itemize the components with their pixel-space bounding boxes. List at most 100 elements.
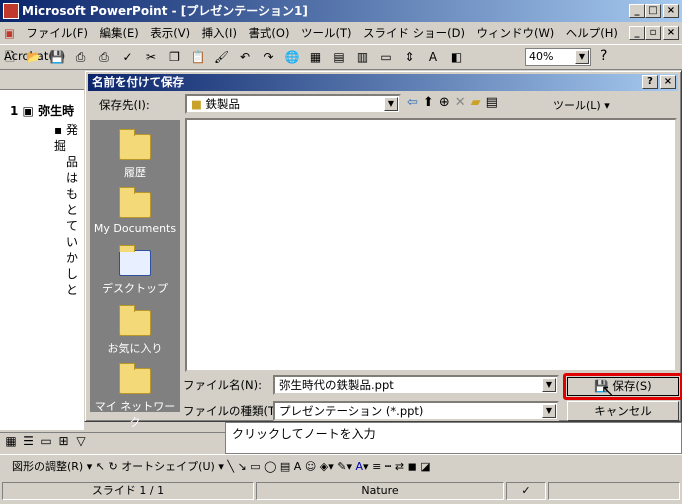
show-formatting-icon[interactable]: A xyxy=(424,48,442,66)
places-bar: 履歴 My Documents デスクトップ お気に入り マイ ネットワーク xyxy=(90,120,180,429)
view-buttons: ▦ ☰ ▭ ⊞ ▽ xyxy=(0,432,225,452)
save-icon[interactable]: 💾 xyxy=(48,48,66,66)
insert-table-icon[interactable]: ▤ xyxy=(330,48,348,66)
save-in-combo[interactable]: ■ 鉄製品 ▼ xyxy=(185,94,401,114)
doc-minimize-icon[interactable]: _ xyxy=(629,26,645,40)
oval-icon[interactable]: ◯ xyxy=(264,460,280,473)
fill-color-icon[interactable]: ◈▾ xyxy=(320,460,337,473)
back-icon[interactable]: ⇦ xyxy=(407,95,423,110)
line-color-icon[interactable]: ✎▾ xyxy=(337,460,355,473)
paste-icon[interactable]: 📋 xyxy=(189,48,207,66)
chevron-down-icon[interactable]: ▼ xyxy=(575,50,589,64)
maximize-icon[interactable]: □ xyxy=(645,4,661,18)
autoshape-menu[interactable]: オートシェイプ(U) xyxy=(121,460,215,473)
spelling-status-icon: ✓ xyxy=(506,482,546,500)
filename-input[interactable]: 弥生時代の鉄製品.ppt ▼ xyxy=(273,375,559,395)
select-pointer-icon[interactable]: ▾ ↖ ↻ xyxy=(87,460,121,473)
window-title-bar: Microsoft PowerPoint - [プレゼンテーション1] xyxy=(0,0,682,22)
menu-tools[interactable]: ツール(T) xyxy=(297,22,356,44)
expand-all-icon[interactable]: ⇕ xyxy=(401,48,419,66)
redo-icon[interactable]: ↷ xyxy=(260,48,278,66)
new-slide-icon[interactable]: ▭ xyxy=(377,48,395,66)
chevron-down-icon[interactable]: ▼ xyxy=(542,404,556,418)
clipart-icon[interactable]: ☺ xyxy=(305,460,320,473)
rectangle-icon[interactable]: ▭ xyxy=(250,460,264,473)
menu-format[interactable]: 書式(O) xyxy=(244,22,293,44)
print-icon[interactable]: ⎙ xyxy=(95,48,113,66)
menu-insert[interactable]: 挿入(I) xyxy=(198,22,241,44)
open-icon[interactable]: 📂 xyxy=(25,48,43,66)
copy-icon[interactable]: ❐ xyxy=(166,48,184,66)
up-folder-icon[interactable]: ⬆ xyxy=(423,95,439,110)
doc-close-icon[interactable]: × xyxy=(663,26,679,40)
arrow-icon[interactable]: ↘ xyxy=(237,460,250,473)
cancel-button[interactable]: キャンセル xyxy=(567,401,679,421)
chevron-down-icon[interactable]: ▼ xyxy=(542,378,556,392)
menu-slideshow[interactable]: スライド ショー(D) xyxy=(359,22,469,44)
slideshow-view-icon[interactable]: ▽ xyxy=(74,434,88,448)
draw-adjust-menu[interactable]: 図形の調整(R) xyxy=(12,460,83,473)
new-icon[interactable]: 🗋 xyxy=(1,48,19,66)
web-search-icon[interactable]: ⊕ xyxy=(439,95,455,110)
outline-tabs xyxy=(0,70,84,90)
place-history[interactable]: 履歴 xyxy=(90,129,180,180)
3d-icon[interactable]: ◪ xyxy=(420,460,430,473)
tables-icon[interactable]: ▦ xyxy=(307,48,325,66)
tools-menu[interactable]: ツール(L) ▾ xyxy=(553,97,610,113)
normal-view-icon[interactable]: ▦ xyxy=(4,434,18,448)
wordart-icon[interactable]: A xyxy=(294,460,305,473)
sorter-view-icon[interactable]: ⊞ xyxy=(57,434,71,448)
dialog-close-icon[interactable]: × xyxy=(660,75,676,89)
dialog-title: 名前を付けて保存 xyxy=(92,75,184,89)
arrow-style-icon[interactable]: ⇄ xyxy=(395,460,408,473)
outline-view-icon[interactable]: ☰ xyxy=(22,434,36,448)
powerpoint-app-icon[interactable] xyxy=(3,3,19,19)
delete-icon[interactable]: ✕ xyxy=(455,95,471,110)
mouse-cursor-icon: ↖ xyxy=(601,381,615,400)
format-painter-icon[interactable]: 🖌 xyxy=(213,48,231,66)
insert-chart-icon[interactable]: ▥ xyxy=(354,48,372,66)
place-network[interactable]: マイ ネットワーク xyxy=(90,363,180,430)
filename-value: 弥生時代の鉄製品.ppt xyxy=(279,378,394,392)
place-favorites[interactable]: お気に入り xyxy=(90,305,180,356)
menu-file[interactable]: ファイル(F) xyxy=(22,22,92,44)
save-button[interactable]: 💾 保存(S) xyxy=(567,377,679,396)
minimize-icon[interactable]: _ xyxy=(629,4,645,18)
textbox-icon[interactable]: ▤ xyxy=(280,460,294,473)
line-style-icon[interactable]: ≡ xyxy=(372,460,385,473)
spelling-icon[interactable]: ✓ xyxy=(119,48,137,66)
zoom-select[interactable]: 40% ▼ xyxy=(525,48,591,66)
undo-icon[interactable]: ↶ xyxy=(236,48,254,66)
file-list[interactable] xyxy=(185,118,677,372)
filetype-select[interactable]: プレゼンテーション (*.ppt) ▼ xyxy=(273,401,559,421)
shadow-icon[interactable]: ◼ xyxy=(408,460,421,473)
help-icon[interactable]: ? xyxy=(600,48,607,64)
chevron-down-icon[interactable]: ▼ xyxy=(384,97,398,111)
close-icon[interactable]: × xyxy=(663,4,679,18)
notes-pane[interactable]: クリックしてノートを入力 xyxy=(225,422,682,454)
slide-view-icon[interactable]: ▭ xyxy=(39,434,53,448)
cut-icon[interactable]: ✂ xyxy=(142,48,160,66)
hyperlink-icon[interactable]: 🌐 xyxy=(283,48,301,66)
status-bar: スライド 1 / 1 Nature ✓ xyxy=(0,480,682,502)
line-icon[interactable]: ▾ ╲ xyxy=(218,460,237,473)
place-my-documents[interactable]: My Documents xyxy=(90,187,180,235)
menu-help[interactable]: ヘルプ(H) xyxy=(562,22,622,44)
views-icon[interactable]: ▤ xyxy=(486,95,503,110)
outline-pane[interactable]: 1 ▣ 弥生時 ▪ 発掘 品は もと てい かし と xyxy=(0,90,84,430)
save-as-dialog: 名前を付けて保存 ? × 保存先(I): ■ 鉄製品 ▼ ⇦⬆⊕✕▰▤ ツール(… xyxy=(84,70,682,429)
doc-icon[interactable]: ▣ xyxy=(0,22,19,44)
doc-restore-icon[interactable]: ▫ xyxy=(645,26,661,40)
new-folder-icon[interactable]: ▰ xyxy=(471,95,486,110)
font-color-icon[interactable]: A xyxy=(356,460,364,473)
dash-style-icon[interactable]: ┅ xyxy=(385,460,395,473)
menu-edit[interactable]: 編集(E) xyxy=(95,22,142,44)
place-desktop[interactable]: デスクトップ xyxy=(90,245,180,296)
grayscale-icon[interactable]: ◧ xyxy=(448,48,466,66)
menu-view[interactable]: 表示(V) xyxy=(146,22,194,44)
permission-icon[interactable]: ⎙ xyxy=(72,48,90,66)
my-documents-icon xyxy=(119,187,151,218)
menu-window[interactable]: ウィンドウ(W) xyxy=(472,22,558,44)
filetype-label: ファイルの種類(T): xyxy=(183,404,284,418)
dialog-help-icon[interactable]: ? xyxy=(642,75,658,89)
